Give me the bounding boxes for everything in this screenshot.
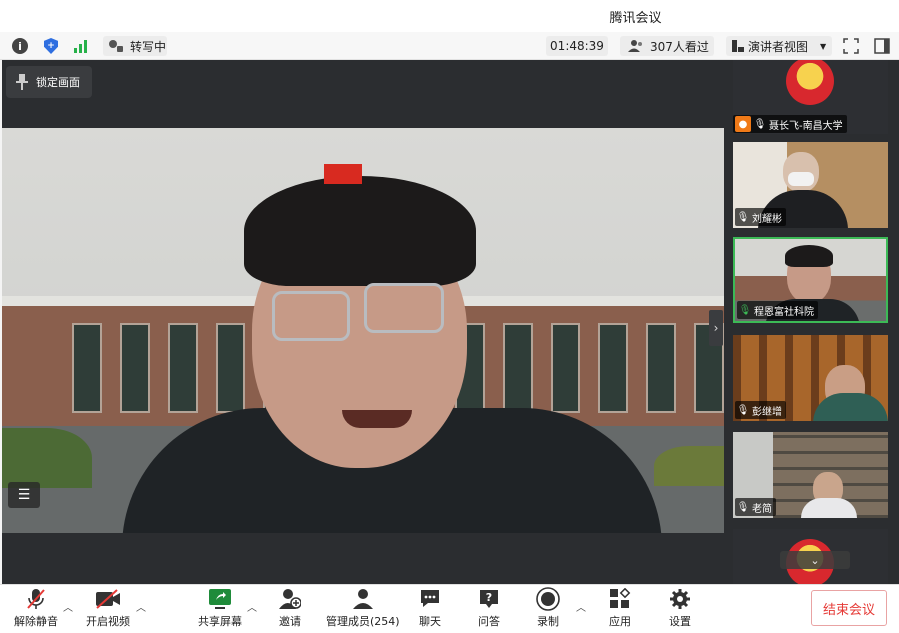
participant-name-tag: 🎙 彭继增 [735,401,786,419]
viewers-count: 307人看过 [650,39,709,54]
participant-tile[interactable]: 🎙 老简 [733,432,888,518]
security-button[interactable]: + [44,36,58,56]
info-button[interactable]: i [12,36,28,56]
list-icon[interactable]: ☰ [8,482,40,508]
avatar [786,60,834,105]
fullscreen-icon [843,38,859,54]
apps-grid-icon [610,588,631,608]
transcribe-label: 转写中 [130,39,167,54]
manage-members-button[interactable]: 管理成员(254) [326,587,400,629]
members-icon [352,589,373,609]
start-video-button[interactable]: 开启视频 [86,587,130,629]
speaker-video-frame [2,128,724,533]
mic-muted-icon [27,589,45,609]
gear-icon [670,589,690,609]
window-title: 腾讯会议 [609,11,662,26]
record-label: 录制 [537,615,559,628]
bottom-toolbar: 解除静音 ︿ 开启视频 ︿ 共享屏幕 ︿ 邀请 管理成员(254) 聊天 ? 问… [0,584,899,633]
flag-icon [324,164,362,184]
pin-icon [16,74,28,90]
participant-name-tag: 🎙 刘耀彬 [735,208,786,226]
caret-up-icon[interactable]: ︿ [136,599,146,614]
svg-text:?: ? [486,591,492,604]
participant-name: 刘耀彬 [752,213,782,225]
settings-label: 设置 [669,615,691,628]
qa-button[interactable]: ? 问答 [478,587,500,629]
lock-view-label: 锁定画面 [36,76,80,89]
invite-button[interactable]: 邀请 [279,587,301,629]
invite-label: 邀请 [279,615,301,628]
sidebar-toggle-icon [874,38,890,54]
end-meeting-button[interactable]: 结束会议 [811,590,887,626]
camera-off-icon [96,589,120,609]
participant-tile[interactable]: 🎙 彭继增 [733,335,888,421]
participant-name-tag: 🎙 老简 [735,498,776,516]
apps-button[interactable]: 应用 [609,587,631,629]
participant-tile[interactable]: 🎙 刘耀彬 [733,142,888,228]
viewers-button[interactable]: 307人看过 [620,36,714,56]
add-user-icon [279,589,301,609]
apps-label: 应用 [609,615,631,628]
info-icon: i [12,38,28,54]
mic-off-icon: 🎙 [736,404,750,416]
chat-button[interactable]: 聊天 [419,587,441,629]
layout-icon [732,40,744,52]
share-screen-icon [209,589,231,609]
mic-off-icon: 🎙 [753,118,767,130]
network-button[interactable] [74,36,87,56]
unmute-label: 解除静音 [14,615,58,628]
meeting-window: 腾讯会议 i + 转写中 01:48:39 307人看过 演讲者视图 ▼ 锁定画… [0,0,899,633]
participant-name-tag: ● 🎙 聂长飞-南昌大学 [733,115,847,133]
participant-name: 聂长飞-南昌大学 [769,120,843,132]
main-speaker-video[interactable]: 锁定画面 ☰ › [2,60,724,584]
transcribe-button[interactable]: 转写中 [103,36,167,56]
caret-up-icon[interactable]: ︿ [63,599,73,614]
participant-tile-active[interactable]: 🎙 程恩富社科院 [733,237,888,323]
participant-name: 老简 [752,503,772,515]
question-icon: ? [480,590,498,608]
mic-on-icon: 🎙 [738,304,752,316]
view-mode-dropdown[interactable]: 演讲者视图 ▼ [726,36,832,56]
host-icon: ● [735,116,751,132]
settings-button[interactable]: 设置 [669,587,691,629]
caret-up-icon[interactable]: ︿ [576,599,586,614]
meeting-timer: 01:48:39 [546,36,608,56]
mic-off-icon: 🎙 [736,211,750,223]
view-mode-label: 演讲者视图 [748,39,809,54]
share-screen-label: 共享屏幕 [198,615,242,628]
mic-off-icon: 🎙 [736,501,750,513]
chat-icon [421,590,439,607]
share-screen-button[interactable]: 共享屏幕 [198,587,242,629]
signal-icon [74,39,87,53]
qa-label: 问答 [478,615,500,628]
lock-view-button[interactable]: 锁定画面 [6,66,92,98]
caret-up-icon[interactable]: ︿ [247,599,257,614]
chevron-right-icon[interactable]: › [709,310,723,346]
participant-sidebar: ● 🎙 聂长飞-南昌大学 🎙 刘耀彬 🎙 程恩富社科院 🎙 彭继增 🎙 老简 ⌄ [724,60,899,584]
timer-text: 01:48:39 [550,39,604,53]
record-icon [536,587,560,611]
shield-icon: + [44,38,58,54]
record-button[interactable]: 录制 [536,587,560,629]
transcribe-icon [109,40,123,52]
unmute-button[interactable]: 解除静音 [14,587,58,629]
scroll-down-button[interactable]: ⌄ [780,551,850,569]
info-bar: i + 转写中 01:48:39 307人看过 演讲者视图 ▼ [0,32,899,60]
people-icon [628,40,642,52]
chat-label: 聊天 [419,615,441,628]
caret-down-icon: ▼ [820,41,827,51]
toggle-sidebar-button[interactable] [874,36,890,56]
chevron-down-icon: ⌄ [810,553,820,567]
participant-name: 彭继增 [752,406,782,418]
title-bar: 腾讯会议 [0,0,899,32]
manage-members-label: 管理成员(254) [326,615,400,628]
end-meeting-label: 结束会议 [822,602,875,618]
participant-tile[interactable]: ● 🎙 聂长飞-南昌大学 [733,60,888,134]
participant-name-tag: 🎙 程恩富社科院 [737,301,818,319]
start-video-label: 开启视频 [86,615,130,628]
participant-name: 程恩富社科院 [754,306,814,318]
fullscreen-button[interactable] [843,36,859,56]
